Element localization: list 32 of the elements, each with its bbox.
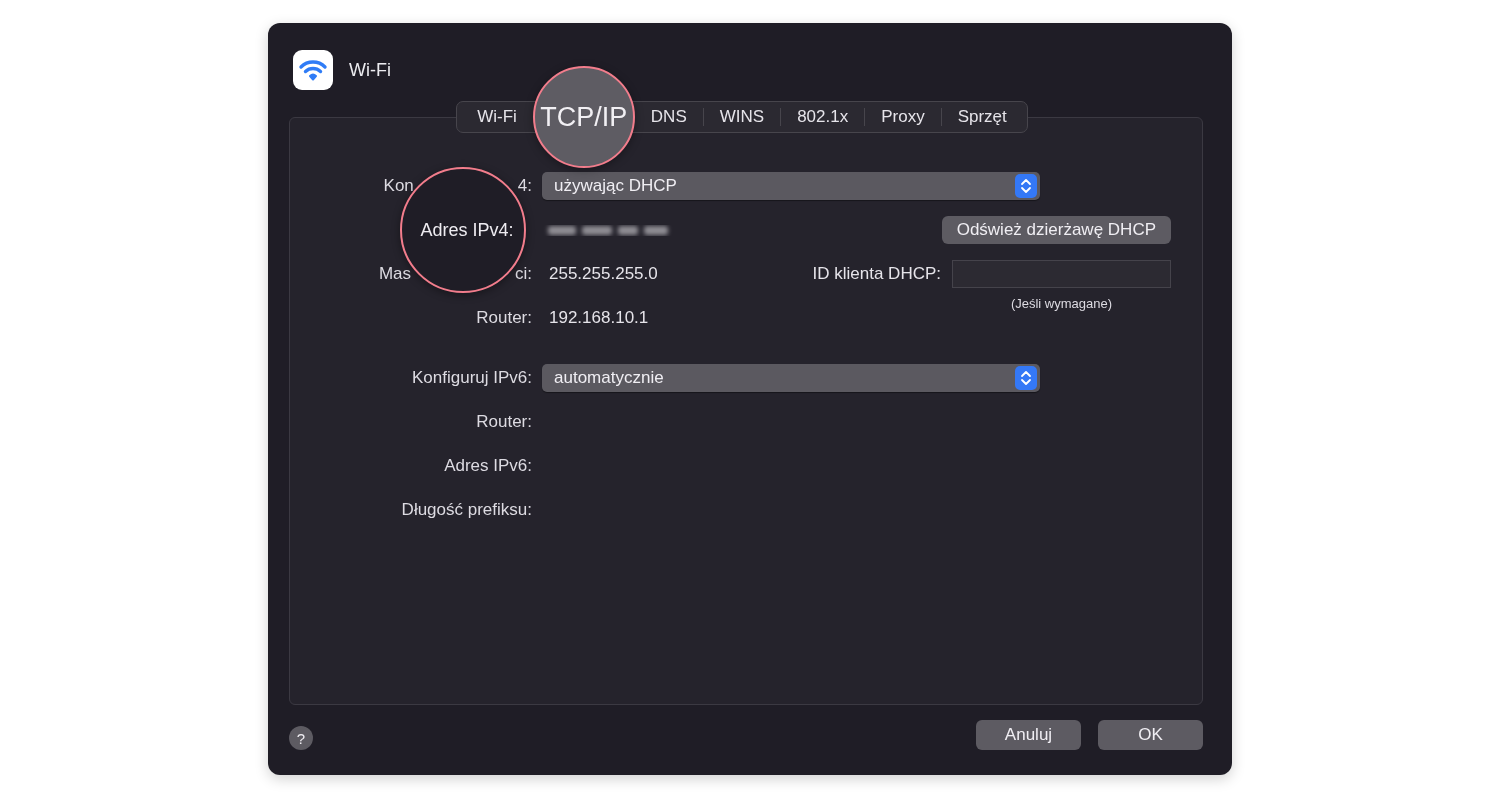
wifi-icon [293, 50, 333, 90]
help-button[interactable]: ? [289, 726, 313, 750]
renew-dhcp-button[interactable]: Odśwież dzierżawę DHCP [941, 216, 1171, 244]
window-title: Wi-Fi [349, 59, 391, 81]
tab[interactable]: Sprzęt [941, 102, 1023, 132]
field-value: 192.168.10.1 [549, 308, 649, 328]
hint-text: (Jeśli wymagane) [1010, 296, 1113, 311]
stepper-icon [1015, 366, 1037, 390]
field-value: 255.255.255.0 [549, 264, 658, 284]
input-field[interactable] [952, 260, 1171, 288]
field-label: ci: [515, 264, 532, 284]
field-label: Długość prefiksu: [401, 500, 532, 520]
tab[interactable]: 802.1x [781, 102, 865, 132]
tab[interactable]: Proxy [865, 102, 941, 132]
dialog-button[interactable]: Anuluj [976, 719, 1081, 750]
tab[interactable]: TCP/IP [532, 66, 635, 168]
dropdown[interactable]: automatycznie [542, 364, 1040, 392]
field-label: Konfiguruj IPv6: [412, 368, 532, 388]
field-label: Adres IPv6: [444, 456, 532, 476]
tab[interactable]: Wi-Fi [461, 102, 533, 132]
field-label: 4: [517, 176, 532, 196]
tab[interactable]: DNS [634, 102, 703, 132]
field-label: ID klienta DHCP: [812, 263, 941, 285]
field-label: Mas [378, 264, 411, 284]
field-label: Router: [476, 412, 532, 432]
dropdown[interactable]: używając DHCP [542, 172, 1040, 200]
field-label: Kon [383, 176, 414, 196]
stepper-icon [1015, 174, 1037, 198]
dialog-button[interactable]: OK [1098, 719, 1203, 750]
field-label: Router: [476, 308, 532, 328]
tab[interactable]: WINS [703, 102, 781, 132]
field-label: Adres IPv4: [419, 219, 514, 241]
